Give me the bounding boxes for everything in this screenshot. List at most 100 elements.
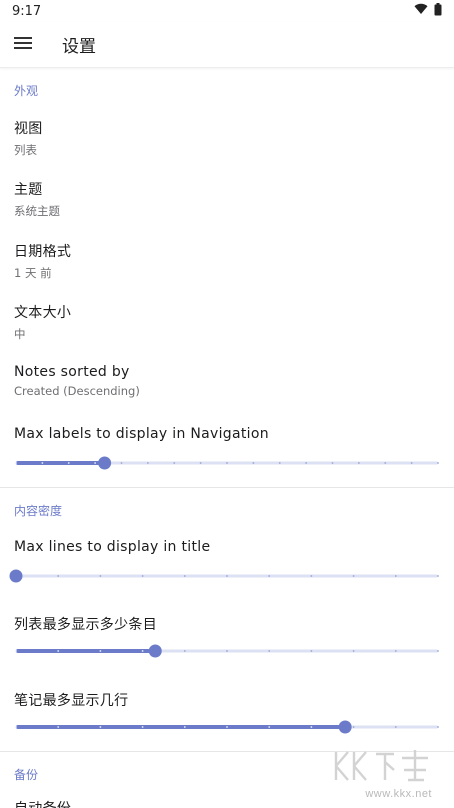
- slider-thumb[interactable]: [338, 720, 352, 734]
- slider-tick: [226, 575, 228, 577]
- setting-title: 视图: [14, 121, 43, 137]
- settings-screen: 9:17 设置 外观 视图 列表 主题 系统主题 日期格式 1 天 前 文本大小…: [0, 0, 454, 808]
- slider-tick: [226, 726, 228, 728]
- menu-button[interactable]: [0, 22, 46, 68]
- setting-theme[interactable]: 主题 系统主题: [14, 179, 438, 219]
- slider-tick: [310, 726, 313, 728]
- setting-date-format[interactable]: 日期格式 1 天 前: [14, 241, 438, 281]
- slider-track-active[interactable]: [16, 725, 346, 729]
- setting-title: Max lines to display in title: [14, 539, 211, 555]
- slider-tick: [226, 462, 228, 464]
- slider-tick: [394, 650, 397, 652]
- setting-title: Notes sorted by: [14, 364, 130, 380]
- slider-tick: [278, 462, 281, 464]
- setting-title: 主题: [14, 182, 43, 198]
- slider-tick: [437, 462, 439, 464]
- slider-tick: [394, 575, 397, 577]
- slider-tick: [268, 650, 271, 652]
- max-labels-slider[interactable]: [15, 453, 439, 473]
- slider-tick: [99, 575, 102, 577]
- slider-tick: [357, 462, 360, 464]
- slider-thumb[interactable]: [98, 456, 112, 470]
- section-header-appearance: 外观: [14, 84, 39, 98]
- slider-tick: [394, 726, 397, 728]
- slider-tick: [15, 650, 17, 652]
- slider-tick: [57, 575, 60, 577]
- setting-title: Max labels to display in Navigation: [14, 426, 269, 442]
- section-header-backup: 备份: [14, 768, 39, 782]
- status-time: 9:17: [12, 3, 42, 19]
- slider-tick: [331, 462, 334, 464]
- battery-icon: [434, 2, 442, 20]
- slider-tick: [310, 650, 313, 652]
- slider-tick: [146, 462, 149, 464]
- app-bar: 设置: [0, 22, 454, 68]
- slider-tick: [305, 462, 308, 464]
- slider-tick: [183, 726, 186, 728]
- setting-max-title-lines: Max lines to display in title: [14, 539, 438, 555]
- slider-track-active[interactable]: [16, 649, 156, 653]
- list-items-slider[interactable]: [15, 641, 439, 661]
- slider-thumb[interactable]: [9, 569, 23, 583]
- setting-title: 文本大小: [14, 305, 72, 321]
- section-header-density: 内容密度: [14, 504, 63, 518]
- setting-max-labels: Max labels to display in Navigation: [14, 426, 438, 442]
- slider-tick: [15, 462, 17, 464]
- slider-tick: [352, 575, 355, 577]
- slider-tick: [437, 726, 439, 728]
- slider-tick: [183, 650, 186, 652]
- setting-note-lines: 笔记最多显示几行: [14, 690, 438, 710]
- section-divider: [0, 487, 454, 488]
- slider-tick: [384, 462, 387, 464]
- slider-tick: [15, 726, 17, 728]
- setting-text-size[interactable]: 文本大小 中: [14, 302, 438, 342]
- slider-tick: [141, 575, 144, 577]
- setting-title: 日期格式: [14, 244, 72, 260]
- slider-tick: [310, 575, 313, 577]
- slider-tick: [94, 462, 97, 464]
- slider-tick: [183, 575, 186, 577]
- watermark-text: www.kkx.net: [365, 788, 432, 800]
- slider-tick: [437, 575, 439, 577]
- slider-tick: [352, 726, 355, 728]
- slider-thumb[interactable]: [148, 644, 162, 658]
- slider-graphic: [15, 720, 439, 734]
- setting-view[interactable]: 视图 列表: [14, 118, 438, 158]
- max-title-lines-slider[interactable]: [9, 566, 439, 586]
- slider-tick: [57, 650, 60, 652]
- slider-tick: [141, 726, 144, 728]
- wifi-icon: [414, 3, 428, 19]
- slider-tick: [67, 462, 70, 464]
- slider-tick: [120, 462, 123, 464]
- slider-tick: [141, 650, 144, 652]
- kk-download-logo: [334, 750, 428, 782]
- slider-tick: [252, 462, 255, 464]
- slider-tick: [226, 650, 228, 652]
- slider-tick: [437, 650, 439, 652]
- slider-tick: [99, 726, 102, 728]
- setting-title: 笔记最多显示几行: [14, 693, 129, 709]
- slider-tick: [57, 726, 60, 728]
- slider-graphic: [15, 456, 439, 470]
- setting-subtitle: 中: [14, 327, 26, 341]
- setting-title: 列表最多显示多少条目: [14, 617, 157, 633]
- status-bar: 9:17: [0, 0, 454, 22]
- hamburger-menu-icon: [14, 35, 32, 54]
- slider-tick: [268, 726, 271, 728]
- slider-track-active[interactable]: [16, 461, 105, 465]
- note-lines-slider[interactable]: [15, 717, 439, 737]
- slider-tick: [410, 462, 413, 464]
- setting-list-items: 列表最多显示多少条目: [14, 614, 438, 634]
- slider-tick: [173, 462, 176, 464]
- slider-tick: [41, 462, 44, 464]
- status-icons: [414, 2, 442, 20]
- slider-tick: [99, 650, 102, 652]
- setting-subtitle: 系统主题: [14, 204, 60, 218]
- setting-subtitle: 1 天 前: [14, 266, 52, 280]
- slider-graphic: [9, 569, 439, 583]
- slider-tick: [199, 462, 202, 464]
- setting-subtitle: Created (Descending): [14, 384, 140, 398]
- slider-tick: [268, 575, 271, 577]
- setting-subtitle: 列表: [14, 143, 37, 157]
- setting-notes-sorted-by[interactable]: Notes sorted by Created (Descending): [14, 364, 438, 398]
